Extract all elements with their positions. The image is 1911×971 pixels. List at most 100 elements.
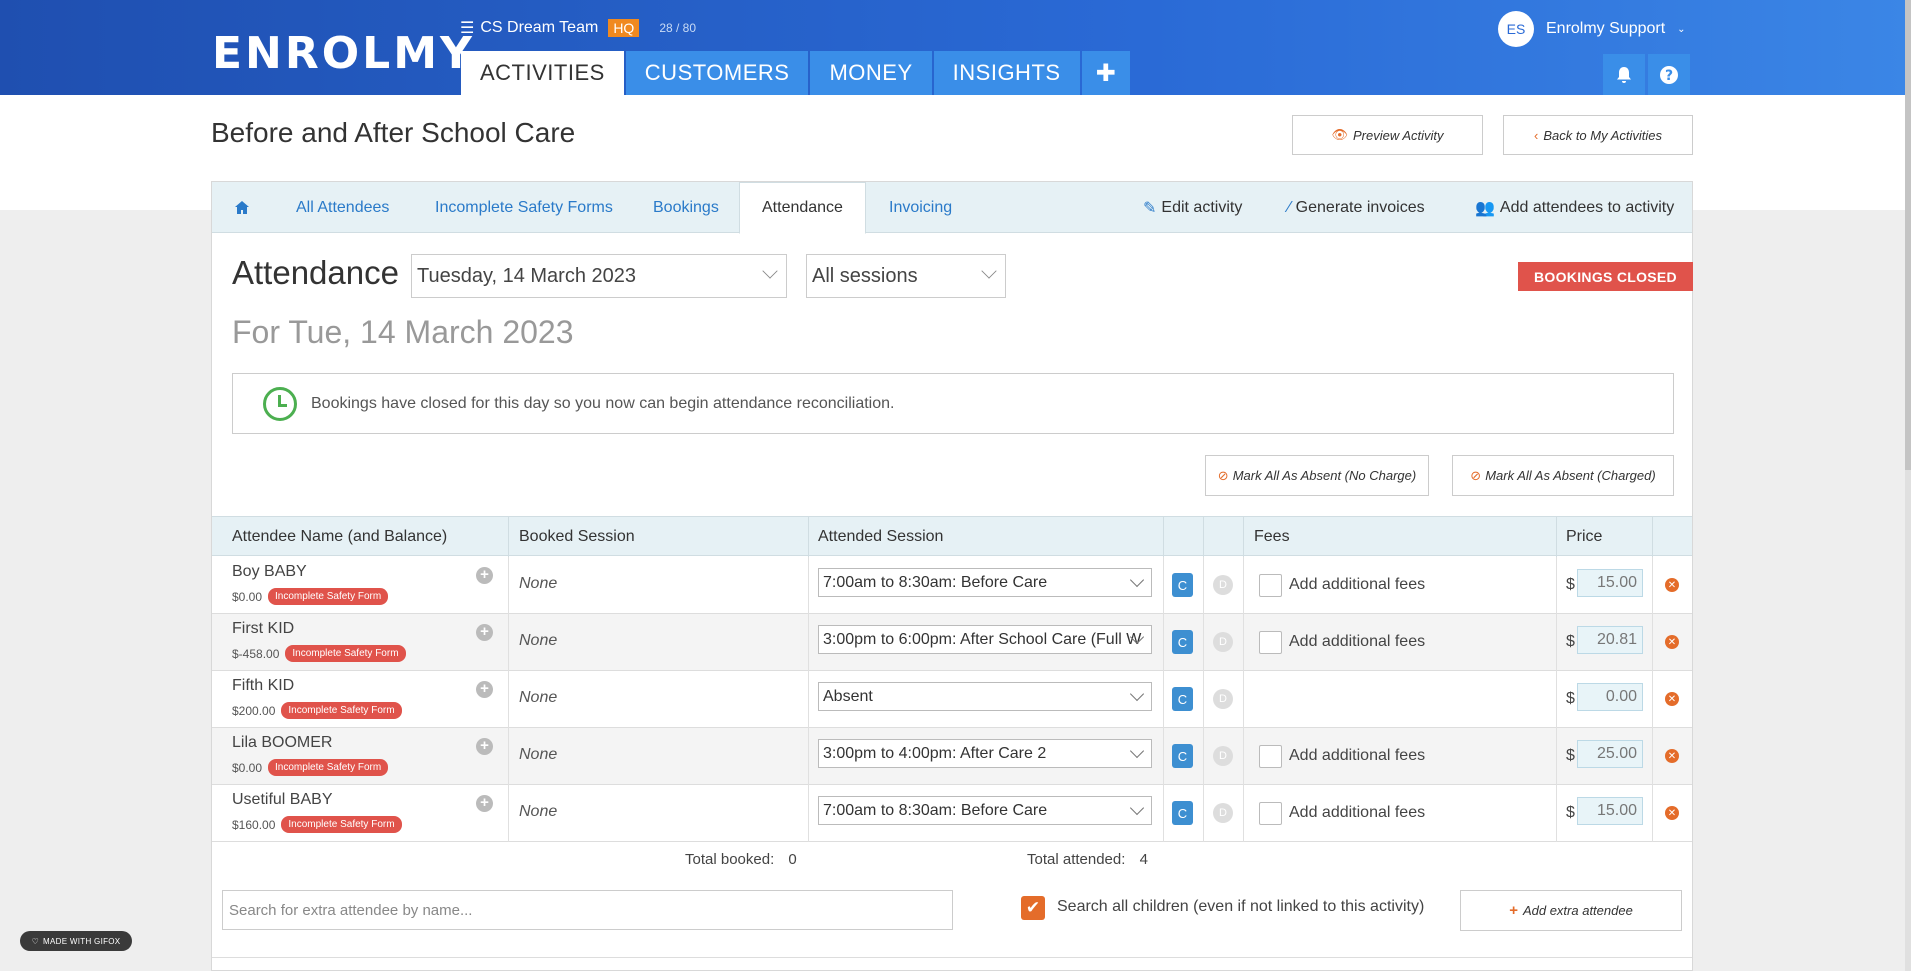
- safety-form-badge[interactable]: Incomplete Safety Form: [281, 702, 402, 719]
- price-input[interactable]: 20.81: [1577, 626, 1643, 654]
- tab-customers[interactable]: CUSTOMERS: [625, 51, 809, 95]
- attendee-name[interactable]: Fifth KID: [232, 677, 294, 695]
- edit-activity-button[interactable]: ✎ Edit activity: [1143, 182, 1242, 233]
- subnav-attendance[interactable]: Attendance: [739, 182, 866, 234]
- scrollbar-thumb[interactable]: [1905, 0, 1911, 470]
- status-badge: BOOKINGS CLOSED: [1518, 262, 1693, 291]
- attendee-name[interactable]: Lila BOOMER: [232, 734, 332, 752]
- add-attendees-button[interactable]: 👥 Add attendees to activity: [1475, 182, 1674, 233]
- total-attended: Total attended: 4: [1027, 851, 1148, 868]
- user-menu[interactable]: ES Enrolmy Support ⌄: [1498, 11, 1686, 47]
- divider: [508, 517, 509, 557]
- subnav-bookings[interactable]: Bookings: [653, 182, 719, 233]
- attended-session-value: 3:00pm to 6:00pm: After School Care (Ful…: [823, 630, 1142, 648]
- plus-circle-icon[interactable]: +: [476, 624, 493, 641]
- divider: [508, 671, 509, 728]
- d-button[interactable]: D: [1213, 689, 1233, 709]
- session-select[interactable]: All sessions: [806, 254, 1006, 298]
- attended-session-select[interactable]: 3:00pm to 4:00pm: After Care 2: [818, 739, 1152, 768]
- plus-circle-icon[interactable]: +: [476, 567, 493, 584]
- attended-session-value: 7:00am to 8:30am: Before Care: [823, 801, 1048, 819]
- currency-symbol: $: [1566, 690, 1575, 707]
- price-input[interactable]: 0.00: [1577, 683, 1643, 711]
- attended-session-select[interactable]: 7:00am to 8:30am: Before Care: [818, 568, 1152, 597]
- plus-circle-icon[interactable]: +: [476, 681, 493, 698]
- add-extra-attendee-button[interactable]: + Add extra attendee: [1460, 890, 1682, 931]
- preview-activity-button[interactable]: 👁 Preview Activity: [1292, 115, 1483, 155]
- attendee-name[interactable]: First KID: [232, 620, 294, 638]
- additional-fees-checkbox[interactable]: [1259, 574, 1282, 597]
- date-select[interactable]: Tuesday, 14 March 2023: [411, 254, 787, 298]
- plus-icon[interactable]: ✚: [1081, 51, 1131, 95]
- currency-symbol: $: [1566, 747, 1575, 764]
- remove-icon[interactable]: ✕: [1665, 749, 1679, 763]
- date-select-value: Tuesday, 14 March 2023: [417, 264, 637, 287]
- add-attendees-label: Add attendees to activity: [1499, 198, 1675, 216]
- home-icon[interactable]: [234, 182, 250, 233]
- chevron-down-icon: [1129, 572, 1145, 588]
- attendee-name[interactable]: Usetiful BABY: [232, 791, 332, 809]
- attended-session-select[interactable]: 3:00pm to 6:00pm: After School Care (Ful…: [818, 625, 1152, 654]
- divider: [808, 728, 809, 785]
- tab-activities[interactable]: ACTIVITIES: [461, 51, 624, 95]
- d-button[interactable]: D: [1213, 746, 1233, 766]
- generate-invoices-button[interactable]: ⁄ Generate invoices: [1288, 182, 1425, 233]
- c-button[interactable]: C: [1172, 573, 1193, 597]
- extra-attendee-search-input[interactable]: [222, 890, 953, 930]
- remove-icon[interactable]: ✕: [1665, 578, 1679, 592]
- c-button[interactable]: C: [1172, 630, 1193, 654]
- bookings-closed-notice: Bookings have closed for this day so you…: [232, 373, 1674, 434]
- tab-money[interactable]: MONEY: [810, 51, 932, 95]
- remove-icon[interactable]: ✕: [1665, 635, 1679, 649]
- safety-form-badge[interactable]: Incomplete Safety Form: [268, 588, 389, 605]
- enrolmy-logo[interactable]: ENROLMY: [212, 28, 475, 79]
- col-name: Attendee Name (and Balance): [232, 528, 448, 545]
- divider: [1243, 614, 1244, 671]
- subnav-incomplete-safety-forms[interactable]: Incomplete Safety Forms: [435, 182, 613, 233]
- divider: [808, 614, 809, 671]
- remove-icon[interactable]: ✕: [1665, 806, 1679, 820]
- divider: [1652, 728, 1653, 785]
- search-all-children-checkbox[interactable]: ✔: [1021, 896, 1045, 920]
- divider: [1556, 557, 1557, 614]
- mark-absent-no-charge-button[interactable]: ⊘ Mark All As Absent (No Charge): [1205, 455, 1429, 496]
- clock-icon: [263, 386, 297, 421]
- attended-session-select[interactable]: Absent: [818, 682, 1152, 711]
- c-button[interactable]: C: [1172, 801, 1193, 825]
- subnav-all-attendees[interactable]: All Attendees: [296, 182, 389, 233]
- safety-form-badge[interactable]: Incomplete Safety Form: [268, 759, 389, 776]
- safety-form-badge[interactable]: Incomplete Safety Form: [281, 816, 402, 833]
- divider: [1556, 728, 1557, 785]
- bell-icon[interactable]: [1603, 54, 1645, 95]
- chevron-down-icon: [1129, 800, 1145, 816]
- c-button[interactable]: C: [1172, 687, 1193, 711]
- d-button[interactable]: D: [1213, 803, 1233, 823]
- attendee-name[interactable]: Boy BABY: [232, 563, 307, 581]
- help-icon[interactable]: ?: [1648, 54, 1690, 95]
- additional-fees-checkbox[interactable]: [1259, 745, 1282, 768]
- price-input[interactable]: 15.00: [1577, 569, 1643, 597]
- tab-insights[interactable]: INSIGHTS: [933, 51, 1080, 95]
- attendee-balance: $200.00: [232, 703, 276, 718]
- c-button[interactable]: C: [1172, 744, 1193, 768]
- remove-icon[interactable]: ✕: [1665, 692, 1679, 706]
- d-button[interactable]: D: [1213, 575, 1233, 595]
- mark-absent-charged-button[interactable]: ⊘ Mark All As Absent (Charged): [1452, 455, 1674, 496]
- additional-fees-checkbox[interactable]: [1259, 631, 1282, 654]
- back-to-activities-button[interactable]: ‹ Back to My Activities: [1503, 115, 1693, 155]
- divider: [1243, 728, 1244, 785]
- d-button[interactable]: D: [1213, 632, 1233, 652]
- divider: [1203, 557, 1204, 614]
- plus-circle-icon[interactable]: +: [476, 738, 493, 755]
- safety-form-badge[interactable]: Incomplete Safety Form: [285, 645, 406, 662]
- price-input[interactable]: 15.00: [1577, 797, 1643, 825]
- plus-circle-icon[interactable]: +: [476, 795, 493, 812]
- subnav-invoicing[interactable]: Invoicing: [889, 182, 952, 233]
- wand-icon: ⁄: [1288, 198, 1291, 216]
- team-switcher[interactable]: ☰ CS Dream Team HQ 28 / 80: [460, 18, 696, 38]
- price-input[interactable]: 25.00: [1577, 740, 1643, 768]
- svg-text:?: ?: [1665, 68, 1673, 84]
- attended-session-select[interactable]: 7:00am to 8:30am: Before Care: [818, 796, 1152, 825]
- additional-fees-checkbox[interactable]: [1259, 802, 1282, 825]
- absent-no-charge-label: Mark All As Absent (No Charge): [1232, 468, 1417, 483]
